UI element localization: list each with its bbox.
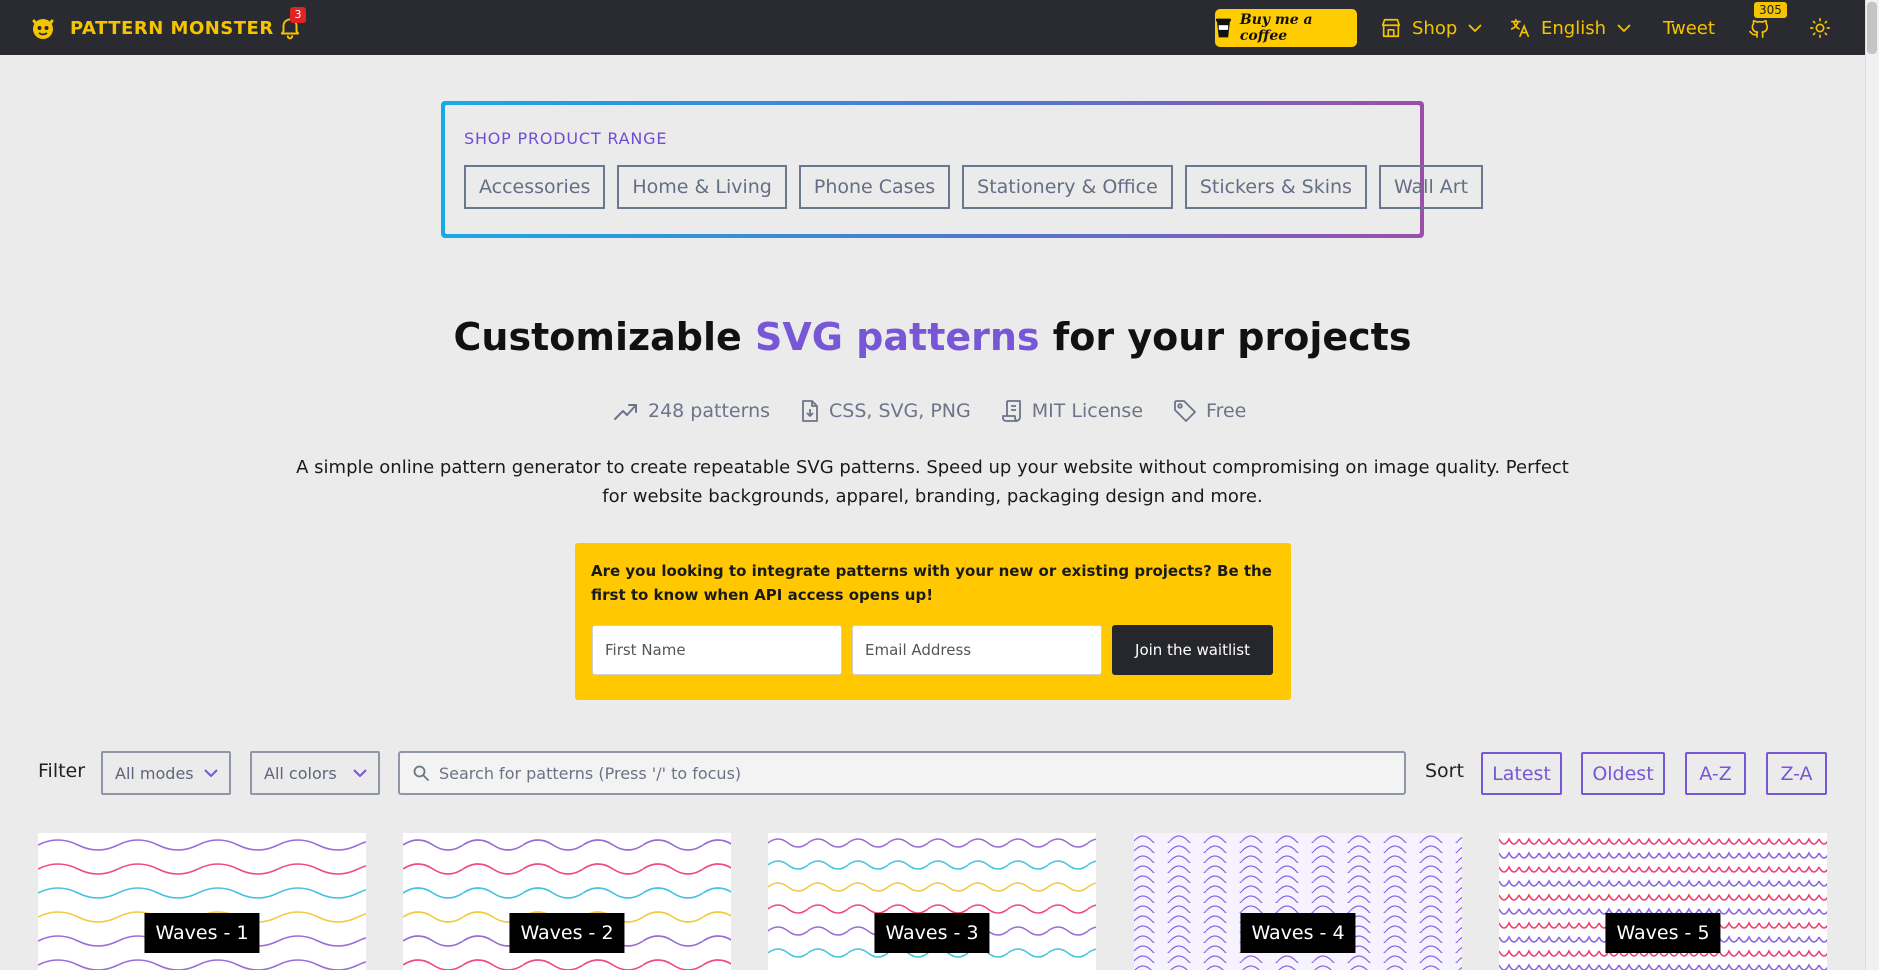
join-waitlist-button[interactable]: Join the waitlist bbox=[1112, 625, 1273, 675]
brand-link[interactable]: PATTERN MONSTER bbox=[30, 14, 274, 42]
feature-pattern-count: 248 patterns bbox=[613, 400, 770, 422]
feature-list: 248 patterns CSS, SVG, PNG MIT License F… bbox=[613, 399, 1246, 423]
shop-tag-phone-cases[interactable]: Phone Cases bbox=[798, 165, 951, 209]
pattern-card-label: Waves - 2 bbox=[509, 913, 625, 953]
page-title: Customizable SVG patterns for your proje… bbox=[0, 315, 1865, 359]
feature-label: Free bbox=[1206, 400, 1247, 422]
feature-formats: CSS, SVG, PNG bbox=[800, 399, 971, 423]
title-after: for your projects bbox=[1039, 315, 1412, 359]
feature-label: 248 patterns bbox=[648, 400, 771, 422]
colors-select[interactable]: All colors bbox=[250, 751, 380, 795]
sort-latest-button[interactable]: Latest bbox=[1481, 752, 1562, 795]
pattern-card-label: Waves - 5 bbox=[1605, 913, 1721, 953]
store-icon bbox=[1381, 18, 1401, 38]
sort-za-button[interactable]: Z-A bbox=[1766, 752, 1827, 795]
pattern-card-waves-4[interactable]: Waves - 4 bbox=[1134, 833, 1462, 970]
shop-tag-stationery-office[interactable]: Stationery & Office bbox=[962, 165, 1173, 209]
trending-up-icon bbox=[614, 404, 637, 420]
tweet-link[interactable]: Tweet bbox=[1663, 14, 1715, 42]
shop-product-range: SHOP PRODUCT RANGE Accessories Home & Li… bbox=[441, 101, 1484, 238]
pattern-card-label: Waves - 4 bbox=[1240, 913, 1356, 953]
theme-toggle[interactable] bbox=[1809, 14, 1831, 42]
chevron-down-icon bbox=[1617, 24, 1631, 33]
pattern-card-label: Waves - 1 bbox=[144, 913, 260, 953]
chevron-down-icon bbox=[1468, 24, 1482, 33]
pattern-card-label: Waves - 3 bbox=[874, 913, 990, 953]
shop-tags: Accessories Home & Living Phone Cases St… bbox=[464, 165, 1484, 209]
shop-menu[interactable]: Shop bbox=[1380, 14, 1483, 42]
email-field[interactable] bbox=[852, 625, 1102, 675]
search-placeholder: Search for patterns (Press '/' to focus) bbox=[439, 763, 742, 783]
shop-tag-wall-art[interactable]: Wall Art bbox=[1378, 165, 1484, 209]
chevron-down-icon bbox=[353, 769, 367, 778]
file-download-icon bbox=[802, 400, 818, 422]
page-description: A simple online pattern generator to cre… bbox=[296, 457, 1569, 507]
chevron-down-icon bbox=[204, 769, 218, 778]
tag-icon bbox=[1174, 400, 1196, 422]
filter-label: Filter bbox=[38, 760, 86, 782]
scrollbar-thumb[interactable] bbox=[1867, 2, 1877, 54]
shop-tag-stickers-skins[interactable]: Stickers & Skins bbox=[1184, 165, 1367, 209]
modes-select[interactable]: All modes bbox=[101, 751, 231, 795]
language-menu[interactable]: English bbox=[1509, 14, 1632, 42]
title-accent: SVG patterns bbox=[754, 315, 1040, 359]
translate-icon bbox=[1510, 18, 1530, 38]
notification-count-badge: 3 bbox=[290, 7, 306, 23]
feature-price: Free bbox=[1173, 399, 1246, 423]
coffee-cup-icon bbox=[1215, 18, 1231, 38]
search-icon bbox=[413, 765, 429, 781]
waitlist-text: Are you looking to integrate patterns wi… bbox=[591, 562, 1272, 604]
tweet-label: Tweet bbox=[1663, 17, 1715, 39]
modes-select-value: All modes bbox=[115, 763, 194, 783]
shop-label: Shop bbox=[1412, 17, 1458, 39]
shop-product-range-inner: SHOP PRODUCT RANGE Accessories Home & Li… bbox=[445, 105, 1484, 234]
sun-icon bbox=[1810, 18, 1830, 38]
buy-me-a-coffee-button[interactable]: Buy me a coffee bbox=[1215, 9, 1357, 47]
language-label: English bbox=[1541, 17, 1606, 39]
page-scrollbar[interactable] bbox=[1865, 0, 1879, 970]
pattern-card-waves-5[interactable]: Waves - 5 bbox=[1499, 833, 1827, 970]
pattern-card-waves-2[interactable]: Waves - 2 bbox=[403, 833, 731, 970]
github-stars-badge: 305 bbox=[1754, 2, 1787, 18]
license-icon bbox=[1001, 400, 1021, 422]
brand-name: PATTERN MONSTER bbox=[70, 17, 274, 39]
pattern-card-waves-1[interactable]: Waves - 1 bbox=[38, 833, 366, 970]
title-before: Customizable bbox=[453, 315, 755, 359]
sort-az-button[interactable]: A-Z bbox=[1685, 752, 1746, 795]
first-name-field[interactable] bbox=[592, 625, 842, 675]
pattern-search-input[interactable]: Search for patterns (Press '/' to focus) bbox=[398, 751, 1406, 795]
top-nav: PATTERN MONSTER 3 Buy me a coffee Shop E… bbox=[0, 0, 1879, 55]
sort-label: Sort bbox=[1425, 760, 1464, 782]
api-waitlist-box: Are you looking to integrate patterns wi… bbox=[575, 543, 1291, 700]
pattern-card-waves-3[interactable]: Waves - 3 bbox=[768, 833, 1096, 970]
feature-label: MIT License bbox=[1031, 400, 1144, 422]
shop-tag-home-living[interactable]: Home & Living bbox=[617, 165, 787, 209]
github-link[interactable] bbox=[1748, 14, 1770, 42]
shop-tag-accessories[interactable]: Accessories bbox=[464, 165, 606, 209]
feature-label: CSS, SVG, PNG bbox=[829, 400, 971, 422]
coffee-label: Buy me a coffee bbox=[1239, 12, 1313, 44]
monster-logo-icon bbox=[32, 19, 54, 39]
github-icon bbox=[1749, 20, 1769, 38]
feature-license: MIT License bbox=[1001, 399, 1143, 423]
sort-oldest-button[interactable]: Oldest bbox=[1581, 752, 1665, 795]
colors-select-value: All colors bbox=[264, 763, 337, 783]
shop-range-title: SHOP PRODUCT RANGE bbox=[464, 129, 668, 148]
